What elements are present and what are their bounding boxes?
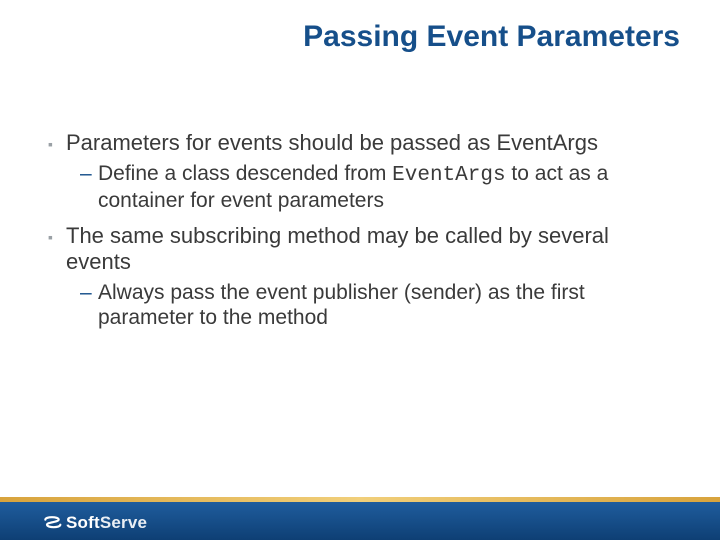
bullet-text: Parameters for events should be passed a… [66,130,598,155]
brand-light: Serve [100,513,147,532]
bullet-item: Parameters for events should be passed a… [48,130,660,213]
brand-logo-text: SoftServe [66,513,147,533]
slide: Passing Event Parameters Parameters for … [0,0,720,540]
sub-bullet-code: EventArgs [392,164,505,187]
sub-bullet-item: Define a class descended from EventArgs … [66,162,660,214]
sub-bullet-item: Always pass the event publisher (sender)… [66,281,660,333]
slide-title: Passing Event Parameters [40,20,680,54]
bullet-text: The same subscribing method may be calle… [66,223,609,274]
brand-bold: Soft [66,513,100,532]
sub-bullet-list: Always pass the event publisher (sender)… [66,281,660,333]
brand-logo: SoftServe [42,513,147,533]
brand-logo-icon [42,513,62,533]
bullet-item: The same subscribing method may be calle… [48,223,660,332]
slide-content: Parameters for events should be passed a… [48,130,660,343]
sub-bullet-pre: Always pass the event publisher (sender)… [98,281,585,329]
sub-bullet-list: Define a class descended from EventArgs … [66,162,660,214]
footer: SoftServe [0,490,720,540]
sub-bullet-pre: Define a class descended from [98,162,392,185]
bullet-list: Parameters for events should be passed a… [48,130,660,333]
